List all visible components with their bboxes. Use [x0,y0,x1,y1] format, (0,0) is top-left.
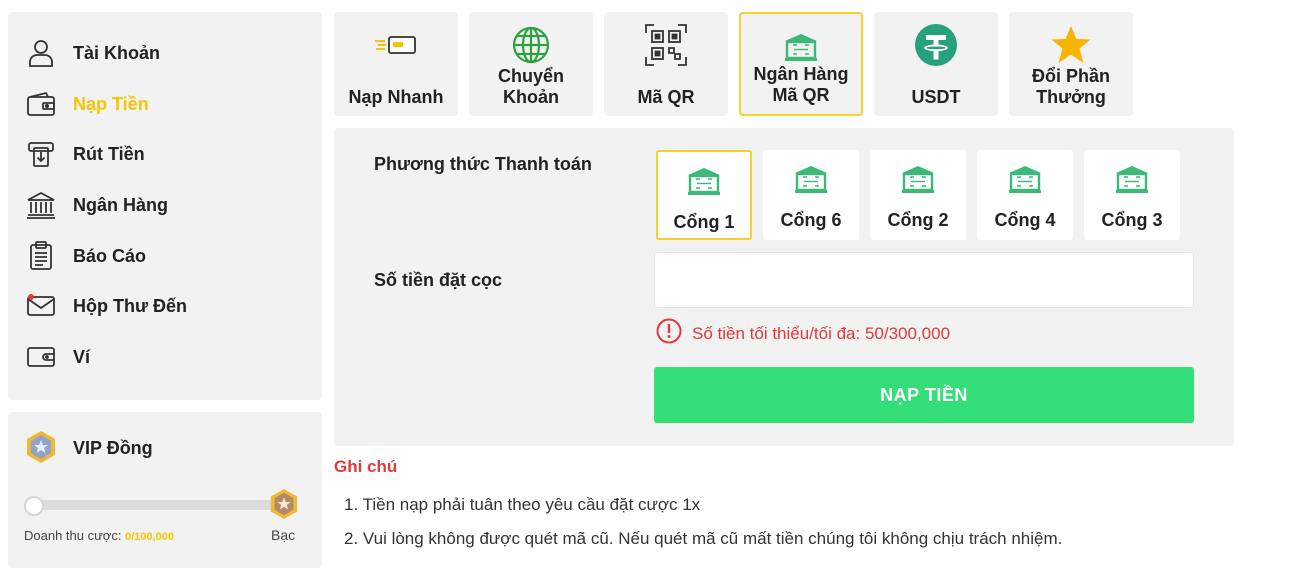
wager-revenue-value: 0/100,000 [125,531,175,543]
bank-qr-icon [977,164,1073,194]
user-icon [26,38,56,68]
sidebar-item-wallet[interactable]: Ví [8,335,322,379]
tab-bank-qr[interactable]: Ngân Hàng Mã QR [739,12,863,116]
tab-bank-transfer[interactable]: Chuyển Khoản [469,12,593,116]
gate-option-3[interactable]: Cổng 3 [1084,150,1180,240]
wager-revenue-label: Doanh thu cược: [24,528,122,543]
sidebar-item-label: Ví [73,346,91,367]
gate-option-1[interactable]: Cổng 1 [656,150,752,240]
next-vip-level-label: Bạc [271,527,296,543]
gate-option-6[interactable]: Cổng 6 [763,150,859,240]
sidebar-item-inbox[interactable]: Hộp Thư Đến [8,284,322,328]
bank-qr-icon [870,164,966,194]
deposit-form: Phương thức Thanh toán Cổng 1 Cổng 6 Cổn… [334,128,1234,446]
tab-label: USDT [911,87,961,107]
sidebar-item-label: Hộp Thư Đến [73,295,188,316]
tab-label: Mã QR [637,87,695,107]
sidebar-item-label: Nạp Tiền [73,93,149,114]
sidebar-item-report[interactable]: Báo Cáo [8,234,322,278]
qr-code-icon [604,24,728,66]
bank-qr-icon [1084,164,1180,194]
bank-qr-icon [763,164,859,194]
sidebar-item-bank[interactable]: Ngân Hàng [8,183,322,227]
tab-label: Chuyển Khoản [497,66,564,107]
notes-list: 1. Tiền nạp phải tuân theo yêu cầu đặt c… [344,494,1062,562]
vip-bronze-badge-icon [24,430,58,464]
warning-icon [656,318,682,349]
gate-label: Cổng 4 [994,210,1056,230]
gate-option-2[interactable]: Cổng 2 [870,150,966,240]
tab-usdt[interactable]: USDT [874,12,998,116]
tab-label: Nạp Nhanh [348,87,444,107]
wallet-icon [26,342,56,372]
vip-progress-bar [32,500,284,510]
card-fast-icon [334,24,458,66]
deposit-amount-input[interactable] [654,252,1194,308]
globe-icon [469,24,593,66]
sidebar-item-label: Ngân Hàng [73,194,169,215]
mail-icon [26,291,56,321]
sidebar-menu: Tài Khoản Nạp Tiền Rút Tiền Ngân Hàng Bá… [8,12,322,400]
tab-rewards[interactable]: Đổi Phần Thưởng [1009,12,1133,116]
amount-limit-message: Số tiền tối thiểu/tối đa: 50/300,000 [656,318,950,349]
gate-label: Cổng 3 [1101,210,1163,230]
gate-label: Cổng 6 [780,210,842,230]
bank-icon [26,190,56,220]
sidebar-item-deposit[interactable]: Nạp Tiền [8,82,322,126]
tether-icon [874,24,998,66]
tab-label: Ngân Hàng Mã QR [753,64,849,105]
sidebar-item-account[interactable]: Tài Khoản [8,31,322,75]
star-icon [1009,24,1133,66]
vip-progress-knob [24,496,44,516]
withdraw-icon [26,139,56,169]
bank-qr-icon [741,26,861,68]
payment-method-label: Phương thức Thanh toán [374,154,592,174]
vip-panel: VIP Đồng Doanh thu cược: 0/100,000 Bạc [8,412,322,568]
report-icon [26,241,56,271]
bank-qr-icon [658,166,750,196]
notes-title: Ghi chú [334,457,398,476]
deposit-amount-label: Số tiền đặt cọc [374,270,503,290]
vip-silver-badge-icon [268,488,300,520]
sidebar-item-withdraw[interactable]: Rút Tiền [8,132,322,176]
note-item: 1. Tiền nạp phải tuân theo yêu cầu đặt c… [344,495,701,514]
wallet-deposit-icon [26,89,56,119]
amount-limit-text: Số tiền tối thiểu/tối đa: 50/300,000 [692,323,951,343]
deposit-submit-button[interactable]: NẠP TIỀN [654,367,1194,423]
tab-label: Đổi Phần Thưởng [1031,66,1110,107]
gate-label: Cổng 2 [887,210,949,230]
note-item: 2. Vui lòng không được quét mã cũ. Nếu q… [344,529,1063,548]
sidebar-item-label: Rút Tiền [73,143,145,164]
vip-level-title: VIP Đồng [73,438,153,458]
wager-revenue: Doanh thu cược: 0/100,000 [24,528,174,543]
sidebar-item-label: Báo Cáo [73,245,147,266]
tab-fast-deposit[interactable]: Nạp Nhanh [334,12,458,116]
gate-option-4[interactable]: Cổng 4 [977,150,1073,240]
gate-label: Cổng 1 [673,212,735,232]
tab-qr-code[interactable]: Mã QR [604,12,728,116]
sidebar-item-label: Tài Khoản [73,42,161,63]
